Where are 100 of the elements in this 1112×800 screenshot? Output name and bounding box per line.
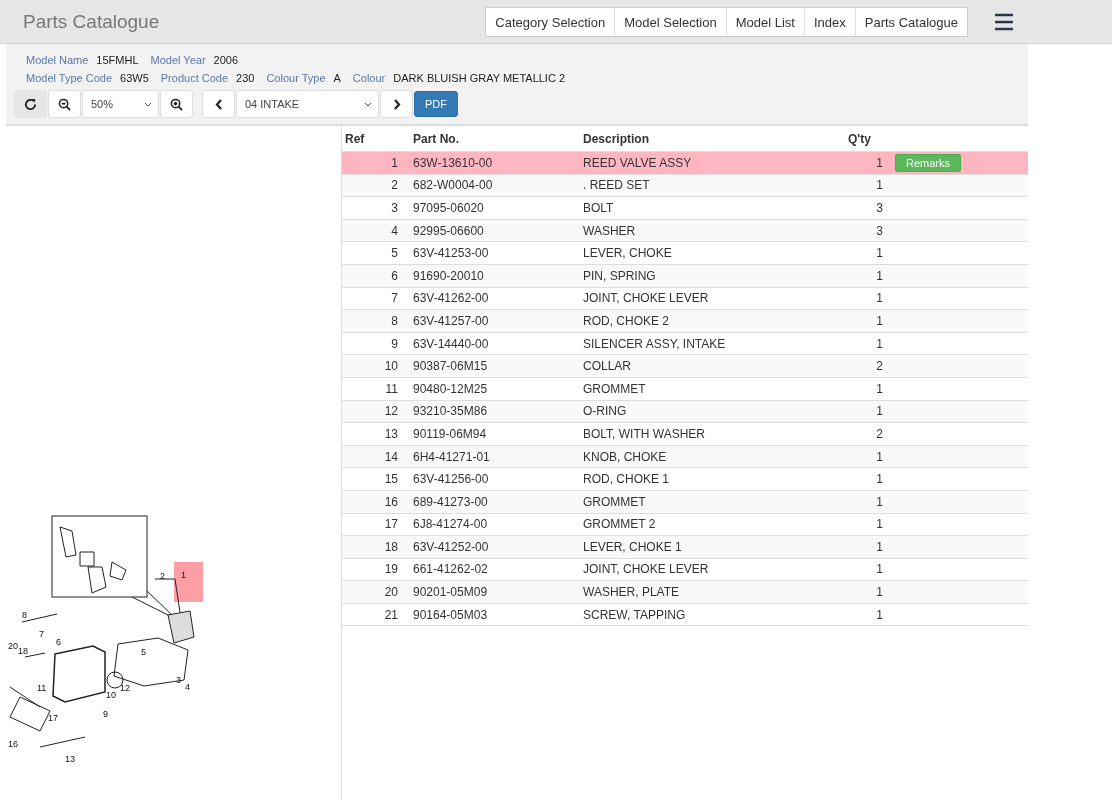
refresh-icon bbox=[24, 97, 37, 111]
table-cell-text: 92995-06600 bbox=[412, 223, 485, 238]
column-header: Ref bbox=[344, 131, 366, 146]
table-cell-text: ROD, CHOKE 2 bbox=[582, 313, 670, 328]
parts-row[interactable]: 14 6H4-41271-01 KNOB, CHOKE 1 bbox=[342, 445, 1028, 469]
field-label: Model Type Code bbox=[26, 72, 113, 84]
table-cell-text: 3 bbox=[875, 223, 884, 238]
pdf-button[interactable]: PDF bbox=[414, 91, 458, 117]
caret-icon bbox=[364, 101, 372, 107]
callout-number: 5 bbox=[141, 647, 146, 657]
table-cell-text: 1 bbox=[390, 155, 399, 170]
table-cell-text: 1 bbox=[875, 246, 884, 261]
table-cell-text: 682-W0004-00 bbox=[412, 178, 494, 193]
table-cell-text: 3 bbox=[875, 201, 884, 215]
parts-row[interactable]: 4 92995-06600 WASHER 3 bbox=[342, 219, 1028, 243]
zoom-in-icon bbox=[170, 97, 183, 111]
field-value: A bbox=[333, 72, 341, 84]
table-cell-text: 90119-06M94 bbox=[412, 426, 488, 441]
table-cell-text: GROMMET bbox=[582, 494, 647, 509]
previous-button[interactable] bbox=[202, 90, 235, 118]
table-cell-text: 16 bbox=[383, 494, 399, 509]
table-cell-text: 63V-41262-00 bbox=[412, 291, 490, 306]
table-cell-text: PIN, SPRING bbox=[582, 268, 657, 283]
table-cell-text: 1 bbox=[875, 585, 884, 600]
table-cell-text: 1 bbox=[875, 449, 884, 464]
parts-row[interactable]: 18 63V-41252-00 LEVER, CHOKE 1 1 bbox=[342, 536, 1028, 559]
parts-row[interactable]: 10 90387-06M15 COLLAR 2 bbox=[342, 355, 1028, 378]
table-cell-text: 1 bbox=[875, 472, 884, 487]
table-cell-text: 63W-13610-00 bbox=[412, 155, 494, 170]
table-cell-text: JOINT, CHOKE LEVER bbox=[582, 291, 710, 306]
table-cell-text: JOINT, CHOKE LEVER bbox=[582, 562, 710, 577]
table-cell-text: 661-41262-02 bbox=[412, 562, 489, 577]
table-cell-text: 97095-06020 bbox=[412, 201, 485, 215]
zoom-out-button[interactable] bbox=[48, 90, 81, 118]
callout-number: 1 bbox=[181, 570, 186, 580]
callout-number: 3 bbox=[176, 675, 181, 685]
table-cell-text: 2 bbox=[875, 359, 884, 374]
column-header: Part No. bbox=[412, 131, 460, 146]
table-cell-text: 1 bbox=[875, 336, 884, 351]
chevron-right-icon bbox=[392, 98, 401, 110]
table-cell-text: KNOB, CHOKE bbox=[582, 449, 668, 464]
callout-number: 12 bbox=[120, 683, 130, 693]
section-select[interactable]: 04 INTAKE bbox=[236, 90, 379, 118]
table-cell-text: 8 bbox=[390, 313, 399, 328]
table-cell-text: 63V-41252-00 bbox=[412, 539, 490, 554]
parts-row[interactable]: 12 93210-35M86 O-RING 1 bbox=[342, 400, 1028, 424]
callout-number: 18 bbox=[18, 646, 28, 656]
zoom-select[interactable]: 50% bbox=[82, 90, 159, 118]
callout-number: 4 bbox=[185, 682, 190, 692]
table-cell-text: 20 bbox=[383, 585, 399, 600]
table-cell-text: SCREW, TAPPING bbox=[582, 607, 687, 622]
table-cell-text: 63V-41253-00 bbox=[412, 246, 490, 261]
parts-row[interactable]: 1 63W-13610-00 REED VALVE ASSY 1 Remarks bbox=[342, 152, 1028, 175]
parts-row[interactable]: 6 91690-20010 PIN, SPRING 1 bbox=[342, 264, 1028, 288]
table-cell-text: REED VALVE ASSY bbox=[582, 155, 693, 170]
zoom-in-button[interactable] bbox=[160, 90, 193, 118]
table-cell-text: 1 bbox=[875, 404, 884, 419]
table-cell-text: LEVER, CHOKE 1 bbox=[582, 539, 683, 554]
table-cell-text: 12 bbox=[383, 404, 399, 419]
field-label: Colour Type bbox=[266, 72, 326, 84]
table-cell-text: 1 bbox=[875, 607, 884, 622]
table-cell-text: 1 bbox=[875, 313, 884, 328]
table-cell-text: 6J8-41274-00 bbox=[412, 517, 489, 532]
table-cell-text: BOLT bbox=[582, 201, 615, 215]
table-cell-text: 90164-05M03 bbox=[412, 607, 489, 622]
table-cell-text: 63V-14440-00 bbox=[412, 336, 490, 351]
parts-row[interactable]: 20 90201-05M09 WASHER, PLATE 1 bbox=[342, 581, 1028, 604]
callout-number: 6 bbox=[56, 637, 61, 647]
table-cell-text: 1 bbox=[875, 178, 884, 193]
table-cell-text: 1 bbox=[875, 155, 884, 170]
parts-row[interactable]: 8 63V-41257-00 ROD, CHOKE 2 1 bbox=[342, 310, 1028, 333]
menu-icon[interactable] bbox=[994, 12, 1014, 31]
zoom-out-icon bbox=[58, 97, 71, 111]
table-cell-text: GROMMET bbox=[582, 381, 647, 396]
field-label: Model Year bbox=[150, 54, 206, 66]
table-cell-text: 2 bbox=[390, 178, 399, 193]
table-cell-text: 63V-41256-00 bbox=[412, 472, 490, 487]
table-cell-text: 6H4-41271-01 bbox=[412, 449, 491, 464]
table-cell-text: 10 bbox=[383, 359, 399, 374]
table-cell-text: 9 bbox=[390, 336, 399, 351]
table-cell-text: 4 bbox=[390, 223, 399, 238]
parts-row[interactable]: 2 682-W0004-00 . REED SET 1 bbox=[342, 174, 1028, 198]
field-label: Colour bbox=[352, 72, 386, 84]
field-value: DARK BLUISH GRAY METALLIC 2 bbox=[393, 72, 566, 84]
field-label: Product Code bbox=[160, 72, 229, 84]
table-cell-text: 91690-20010 bbox=[412, 268, 485, 283]
table-cell-text: COLLAR bbox=[582, 359, 633, 374]
next-button[interactable] bbox=[380, 90, 413, 118]
table-cell-text: 90201-05M09 bbox=[412, 585, 489, 600]
table-cell-text: WASHER bbox=[582, 223, 637, 238]
table-cell-text: 17 bbox=[383, 517, 399, 532]
field-value: 63W5 bbox=[120, 72, 149, 84]
caret-icon bbox=[144, 101, 152, 107]
refresh-button[interactable] bbox=[14, 90, 47, 118]
table-cell-text: 5 bbox=[390, 246, 399, 261]
callout-number: 10 bbox=[106, 690, 116, 700]
parts-row[interactable]: 16 689-41273-00 GROMMET 1 bbox=[342, 490, 1028, 514]
table-cell-text: 1 bbox=[875, 539, 884, 554]
table-cell-text: 7 bbox=[390, 291, 399, 306]
callout-number: 16 bbox=[8, 739, 18, 749]
